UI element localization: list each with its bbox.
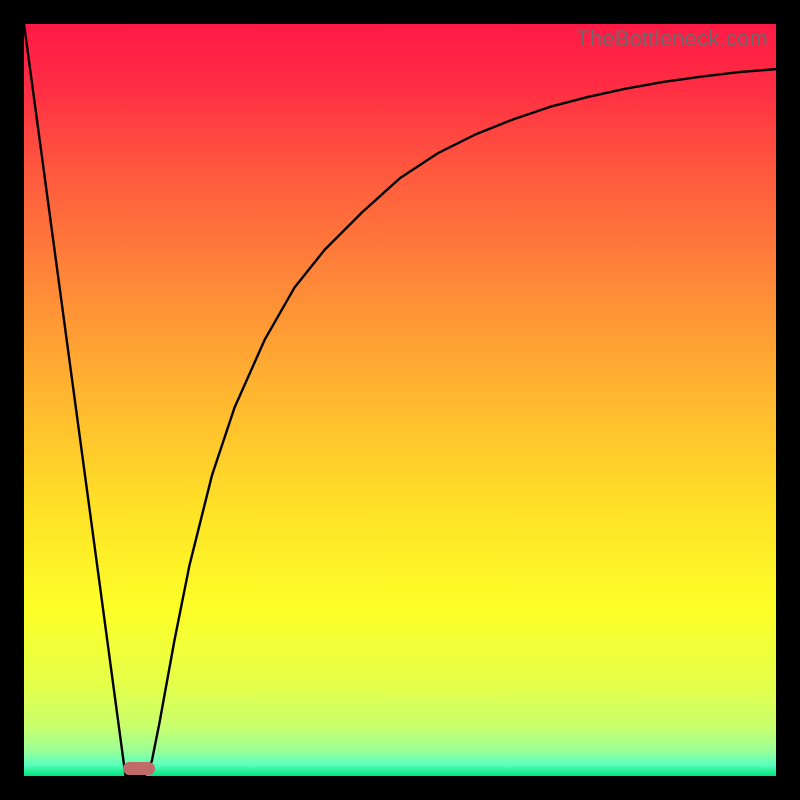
chart-frame: TheBottleneck.com (0, 0, 800, 800)
optimal-marker (123, 762, 155, 775)
bottleneck-curve (24, 24, 776, 776)
plot-area: TheBottleneck.com (24, 24, 776, 776)
